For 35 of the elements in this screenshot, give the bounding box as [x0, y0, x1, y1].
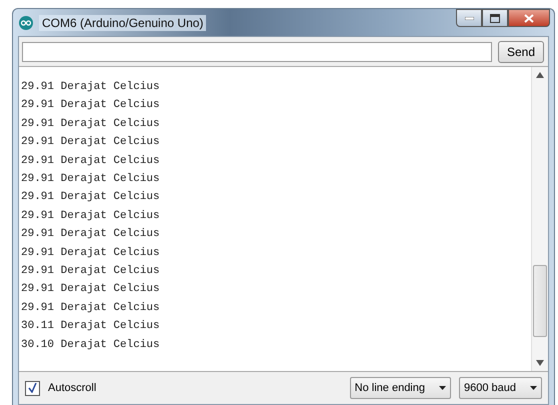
scroll-up-icon[interactable]: [536, 72, 544, 78]
maximize-button[interactable]: [482, 9, 508, 27]
serial-output-line: 29.91 Derajat Celcius: [21, 282, 161, 298]
serial-output-line: 29.91 Derajat Celcius: [21, 264, 161, 280]
line-ending-dropdown[interactable]: No line ending: [350, 377, 451, 399]
window-title: COM6 (Arduino/Genuino Uno): [39, 14, 206, 30]
scrollbar-thumb[interactable]: [533, 265, 547, 337]
scrollbar[interactable]: [531, 67, 548, 371]
app-logo-icon: [19, 16, 33, 30]
autoscroll-checkbox[interactable]: [25, 380, 40, 396]
serial-output-line: 29.91 Derajat Celcius: [21, 246, 161, 261]
baud-rate-dropdown[interactable]: 9600 baud: [459, 377, 542, 399]
minimize-button[interactable]: [456, 9, 482, 27]
scroll-down-icon[interactable]: [536, 360, 544, 366]
serial-output-line: 29.91 Derajat Celcius: [21, 98, 161, 114]
serial-output-line: 29.91 Derajat Celcius: [21, 116, 161, 132]
serial-output-line: 29.91 Derajat Celcius: [21, 300, 161, 316]
serial-output-line: 29.91 Derajat Celcius: [21, 208, 161, 224]
minimize-icon: [464, 16, 474, 20]
close-icon: [524, 14, 534, 22]
serial-output-line: 30.10 Derajat Celcius: [21, 338, 161, 353]
serial-output-line: 30.11 Derajat Celcius: [21, 319, 161, 334]
serial-output-line: 29.91 Derajat Celcius: [21, 190, 161, 206]
send-button[interactable]: Send: [498, 41, 544, 63]
serial-output-line: 29.91 Derajat Celcius: [21, 172, 161, 188]
caret-icon: [530, 386, 537, 390]
message-input-field[interactable]: [22, 42, 492, 62]
close-button[interactable]: [508, 9, 550, 27]
serial-output-line: 29.91 Derajat Celcius: [21, 227, 161, 242]
maximize-icon: [490, 14, 500, 22]
caret-icon: [439, 386, 446, 390]
serial-output-line: 29.91 Derajat Celcius: [21, 154, 161, 169]
serial-output-line: 29.91 Derajat Celcius: [21, 80, 161, 95]
serial-output-line: 29.91 Derajat Celcius: [21, 135, 161, 150]
autoscroll-label: Autoscroll: [48, 382, 96, 394]
